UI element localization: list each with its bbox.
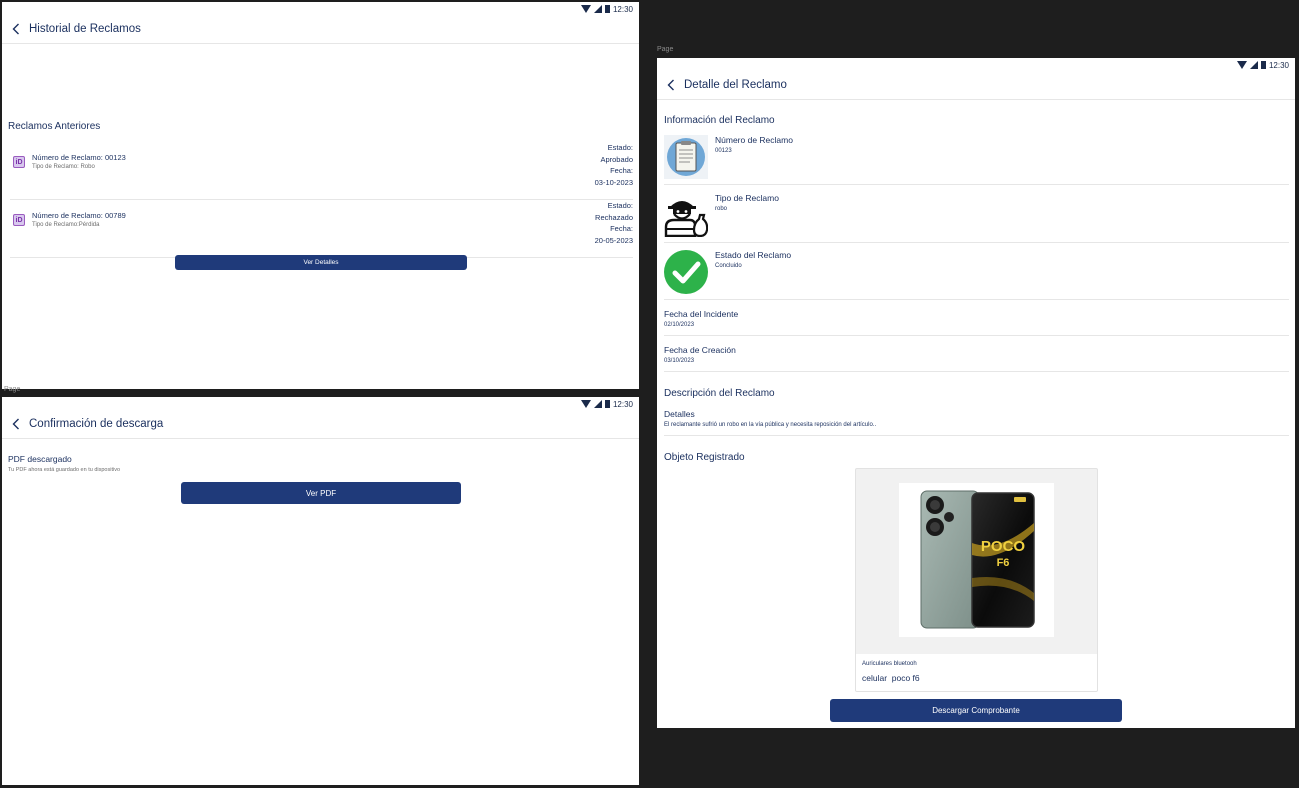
fecha-value: 03-10-2023 xyxy=(594,177,633,187)
phone-logo: POCO xyxy=(981,538,1026,555)
row-title: Número de Reclamo xyxy=(715,135,793,145)
back-arrow-icon[interactable] xyxy=(9,22,23,36)
divider xyxy=(664,435,1289,436)
objeto-section-title: Objeto Registrado xyxy=(664,452,745,463)
page-title: Historial de Reclamos xyxy=(29,23,141,35)
claim-type: Tipo de Reclamo:Pérdida xyxy=(32,222,100,228)
claim-status-block: Estado: Rechazado Fecha: 20-05-2023 xyxy=(595,200,633,246)
fecha-creacion-value: 03/10/2023 xyxy=(664,358,695,364)
row-value: Concluido xyxy=(715,263,742,269)
fecha-creacion-label: Fecha de Creación xyxy=(664,345,736,355)
page-title: Detalle del Reclamo xyxy=(684,79,787,91)
wifi-icon xyxy=(580,5,591,13)
id-badge-icon: iD xyxy=(13,214,25,226)
row-title: Tipo de Reclamo xyxy=(715,193,779,203)
estado-value: Rechazado xyxy=(595,212,633,222)
info-row-tipo: Tipo de Reclamo robo xyxy=(664,193,1289,243)
status-time: 12:30 xyxy=(612,4,633,14)
app-bar: Detalle del Reclamo xyxy=(657,71,1295,100)
claim-row-2[interactable]: iD Número de Reclamo: 00789 Tipo de Recl… xyxy=(10,200,633,258)
historial-screen: 12:30 Historial de Reclamos Reclamos Ant… xyxy=(2,2,639,389)
status-bar: 12:30 xyxy=(580,2,639,16)
wifi-icon xyxy=(580,400,591,408)
status-bar: 12:30 xyxy=(1236,58,1295,72)
back-arrow-icon[interactable] xyxy=(664,78,678,92)
descarga-screen: 12:30 Confirmación de descarga PDF desca… xyxy=(2,397,639,785)
estado-label: Estado: xyxy=(607,201,633,210)
detalles-text: El reclamante sufrió un robo en la vía p… xyxy=(664,422,877,428)
status-time: 12:30 xyxy=(1268,60,1289,70)
signal-icon xyxy=(593,5,602,13)
section-title: Reclamos Anteriores xyxy=(8,121,101,132)
id-badge-icon: iD xyxy=(13,156,25,168)
ver-detalles-button[interactable]: Ver Detalles xyxy=(175,255,467,270)
claim-number: Número de Reclamo: 00123 xyxy=(32,153,126,162)
wifi-icon xyxy=(1236,61,1247,69)
back-arrow-icon[interactable] xyxy=(9,417,23,431)
status-bar: 12:30 xyxy=(580,397,639,411)
pdf-subtext: Tu PDF ahora está guardado en tu disposi… xyxy=(8,467,121,473)
app-bar: Confirmación de descarga xyxy=(2,410,639,439)
status-time: 12:30 xyxy=(612,399,633,409)
descargar-comprobante-button[interactable]: Descargar Comprobante xyxy=(830,699,1122,722)
signal-icon xyxy=(593,400,602,408)
thief-icon xyxy=(664,193,709,238)
desc-section-title: Descripción del Reclamo xyxy=(664,388,775,399)
fecha-incidente-value: 02/10/2023 xyxy=(664,322,695,328)
battery-icon xyxy=(1260,61,1266,69)
frame-label: Page xyxy=(657,46,674,53)
claim-row-1[interactable]: iD Número de Reclamo: 00123 Tipo de Recl… xyxy=(10,142,633,200)
object-card-footer: Auriculares bluetooh celular poco f6 xyxy=(856,654,1097,691)
claim-status-block: Estado: Aprobado Fecha: 03-10-2023 xyxy=(595,142,633,188)
row-title: Estado del Reclamo xyxy=(715,250,792,260)
fecha-incidente-label: Fecha del Incidente xyxy=(664,309,739,319)
battery-icon xyxy=(604,400,610,408)
pdf-heading: PDF descargado xyxy=(8,454,72,464)
phone-logo-sub: F6 xyxy=(997,557,1010,569)
object-caption: Auriculares bluetooh xyxy=(862,661,917,667)
phone-image: POCO F6 xyxy=(899,483,1054,637)
fecha-label: Fecha: xyxy=(610,224,633,233)
page-title: Confirmación de descarga xyxy=(29,418,164,430)
object-card[interactable]: POCO F6 Auriculares bluetooh celular poc… xyxy=(855,468,1098,692)
ver-pdf-button[interactable]: Ver PDF xyxy=(181,482,461,504)
clipboard-icon xyxy=(664,135,708,179)
info-row-numero: Número de Reclamo 00123 xyxy=(664,135,1289,185)
app-bar: Historial de Reclamos xyxy=(2,15,639,44)
signal-icon xyxy=(1249,61,1258,69)
detalle-screen: 12:30 Detalle del Reclamo Información de… xyxy=(657,58,1295,728)
detalles-label: Detalles xyxy=(664,409,695,419)
row-value: robo xyxy=(715,206,728,212)
object-name: celular poco f6 xyxy=(862,673,920,683)
check-circle-icon xyxy=(664,250,708,294)
battery-icon xyxy=(604,5,610,13)
claim-type: Tipo de Reclamo: Robo xyxy=(32,164,95,170)
claim-number: Número de Reclamo: 00789 xyxy=(32,211,126,220)
estado-value: Aprobado xyxy=(600,154,633,164)
divider xyxy=(664,371,1289,372)
info-section-title: Información del Reclamo xyxy=(664,115,775,126)
estado-label: Estado: xyxy=(607,143,633,152)
divider xyxy=(664,335,1289,336)
info-row-estado: Estado del Reclamo Concluido xyxy=(664,250,1289,300)
fecha-label: Fecha: xyxy=(610,166,633,175)
fecha-value: 20-05-2023 xyxy=(594,235,633,245)
row-value: 00123 xyxy=(715,148,732,154)
frame-label: Page xyxy=(4,386,21,393)
